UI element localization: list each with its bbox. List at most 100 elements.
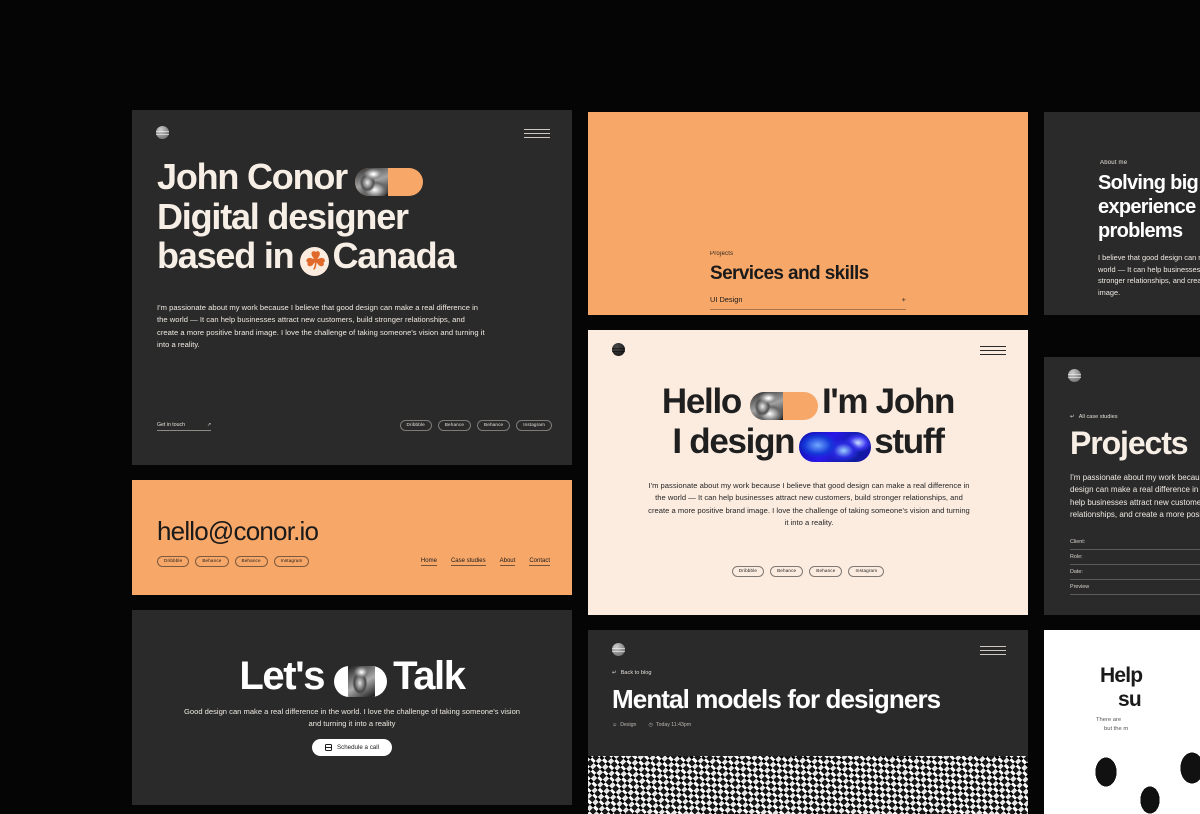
portrait-pill-shape	[354, 167, 423, 196]
services-title: Services and skills	[710, 263, 869, 284]
schedule-a-call-button[interactable]: Schedule a call	[312, 739, 392, 756]
blog-category-label: Design	[620, 722, 637, 728]
hello-card[interactable]: Hello I'm John I design stuff I'm passiona…	[588, 330, 1028, 615]
social-pill-behance[interactable]: Behance	[195, 555, 229, 567]
all-case-studies-link[interactable]: ↵ All case studies	[1070, 414, 1118, 420]
sphere-logo-icon	[612, 643, 625, 656]
project-field-date: Date:	[1070, 565, 1200, 580]
hello-headline-d: stuff	[874, 421, 945, 461]
field-label: Preview	[1070, 584, 1090, 590]
portrait-pill-shape	[749, 392, 818, 421]
services-card[interactable]: Projects Services and skills UI Design +…	[588, 112, 1028, 315]
hello-headline-b: I'm John	[821, 382, 955, 421]
maple-leaf-icon: ☘	[304, 247, 326, 275]
hero-headline-line2: Digital designer	[157, 195, 409, 237]
social-pill-behance-2[interactable]: Behance	[234, 555, 268, 567]
sphere-logo-icon	[612, 343, 625, 356]
hero-card[interactable]: John Conor Digital designer based in ☘ Can…	[132, 110, 572, 465]
project-field-preview[interactable]: Preview	[1070, 580, 1200, 595]
service-row-development[interactable]: Development +	[710, 310, 906, 315]
hero-social-pills: Dribbble Behance Behance Instagram	[399, 419, 552, 431]
portrait-pill-shape	[334, 665, 388, 697]
hello-logo[interactable]	[612, 343, 625, 356]
back-to-blog-link[interactable]: ↵ Back to blog	[612, 670, 651, 676]
talk-headline-a: Let's	[239, 654, 325, 698]
help-title-line1: Help	[1100, 664, 1143, 687]
hero-headline-line3a: based in	[157, 235, 295, 277]
projects-logo[interactable]	[1068, 369, 1081, 382]
hello-headline: Hello I'm John I design stuff	[588, 382, 1028, 462]
sphere-logo-icon	[156, 126, 169, 139]
service-label: UI Design	[710, 295, 743, 304]
all-case-studies-label: All case studies	[1078, 414, 1118, 420]
blog-logo[interactable]	[612, 643, 625, 656]
hamburger-menu-icon[interactable]	[524, 129, 550, 138]
social-pill-dribbble[interactable]: Dribbble	[399, 419, 432, 431]
blue-abstract-pill-shape	[799, 431, 872, 462]
social-pill-instagram[interactable]: Instagram	[516, 419, 552, 431]
hello-social-pills: Dribbble Behance Behance Instagram	[588, 565, 1028, 577]
talk-body-text: Good design can make a real difference i…	[183, 707, 521, 729]
design-showcase-canvas: John Conor Digital designer based in ☘ Can…	[0, 0, 1200, 814]
blog-time-label: Today 11:43pm	[655, 722, 692, 728]
lets-talk-card[interactable]: Let's Talk Good design can make a real di…	[132, 610, 572, 805]
field-label: Date:	[1070, 569, 1083, 575]
return-arrow-icon: ↵	[1070, 414, 1075, 420]
social-pill-behance[interactable]: Behance	[770, 565, 804, 577]
nav-link-home[interactable]: Home	[420, 558, 437, 566]
help-body-line2: but the m	[1104, 726, 1129, 733]
contact-nav: Home Case studies About Contact	[420, 558, 550, 566]
calendar-icon	[325, 744, 333, 751]
blog-meta: ☺ Design ◷ Today 11:43pm	[612, 722, 691, 728]
project-field-client: Client:	[1070, 535, 1200, 550]
sphere-logo-icon	[1068, 369, 1081, 382]
hello-body-text: I'm passionate about my work because I b…	[648, 481, 970, 528]
hero-logo[interactable]	[156, 126, 169, 139]
help-pattern-image	[1088, 752, 1200, 814]
clock-icon: ◷	[648, 722, 653, 728]
social-pill-instagram[interactable]: Instagram	[273, 555, 310, 567]
projects-card[interactable]: ↵ All case studies Projects I'm passiona…	[1044, 357, 1200, 615]
blog-card[interactable]: ↵ Back to blog Mental models for designe…	[588, 630, 1028, 814]
hero-headline: John Conor Digital designer based in ☘ Can…	[157, 156, 557, 277]
nav-link-case-studies[interactable]: Case studies	[450, 558, 486, 566]
help-body-line1: There are	[1096, 717, 1122, 723]
get-in-touch-label: Get in touch	[157, 422, 185, 428]
about-title: Solving big experience problems	[1098, 172, 1199, 243]
social-pill-behance-2[interactable]: Behance	[809, 565, 843, 577]
services-eyebrow: Projects	[710, 251, 734, 257]
social-pill-behance-2[interactable]: Behance	[477, 419, 511, 431]
nav-link-contact[interactable]: Contact	[529, 558, 550, 566]
project-field-role: Role:	[1070, 550, 1200, 565]
social-pill-dribbble[interactable]: Dribbble	[731, 565, 765, 577]
blog-hero-image	[588, 756, 1028, 814]
projects-fields: Client: Role: Date: Preview	[1070, 535, 1200, 595]
contact-social-pills: Dribbble Behance Behance Instagram	[157, 555, 310, 567]
hero-headline-line3b: Canada	[332, 235, 456, 277]
projects-body-text: I'm passionate about my work because I b…	[1070, 473, 1200, 520]
about-title-line1: Solving big	[1098, 172, 1199, 194]
help-title-line2: su	[1118, 688, 1142, 711]
schedule-a-call-label: Schedule a call	[337, 744, 379, 751]
hero-body-text: I'm passionate about my work because I b…	[157, 303, 485, 350]
service-row-ui-design[interactable]: UI Design +	[710, 290, 906, 310]
get-in-touch-link[interactable]: Get in touch ↗	[157, 413, 212, 431]
field-label: Role:	[1070, 554, 1083, 560]
social-pill-behance[interactable]: Behance	[437, 419, 472, 431]
help-card[interactable]: Help su There are but the m	[1044, 630, 1200, 814]
arrow-up-right-icon: ↗	[206, 422, 212, 428]
hamburger-menu-icon[interactable]	[980, 646, 1006, 655]
nav-link-about[interactable]: About	[499, 558, 516, 566]
hamburger-menu-icon[interactable]	[980, 346, 1006, 355]
contact-card[interactable]: hello@conor.io Dribbble Behance Behance …	[132, 480, 572, 595]
social-pill-instagram[interactable]: Instagram	[848, 565, 885, 577]
hero-headline-line1: John Conor	[157, 156, 348, 197]
contact-email[interactable]: hello@conor.io	[157, 516, 319, 547]
talk-headline: Let's Talk	[132, 654, 572, 699]
about-me-card[interactable]: About me Solving big experience problems…	[1044, 112, 1200, 315]
social-pill-dribbble[interactable]: Dribbble	[157, 555, 190, 567]
return-arrow-icon: ↵	[612, 670, 617, 676]
blog-title: Mental models for designers	[612, 684, 941, 714]
hello-headline-a: Hello	[661, 382, 742, 421]
person-icon: ☺	[612, 722, 618, 728]
